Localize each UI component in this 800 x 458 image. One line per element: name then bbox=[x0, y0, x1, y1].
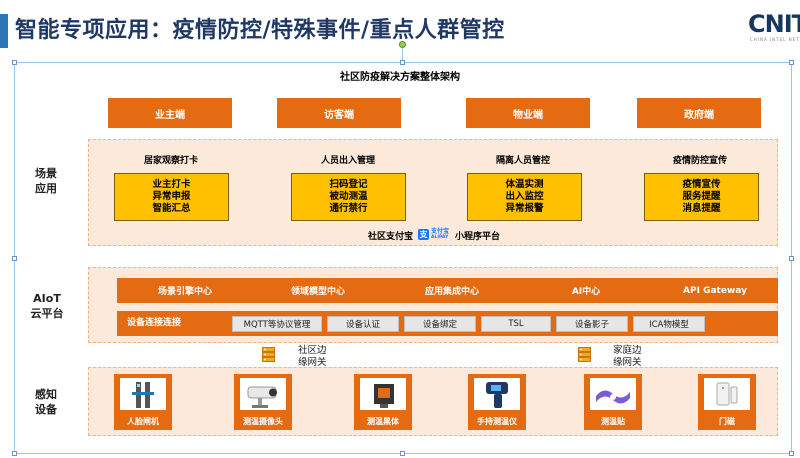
handheld-thermometer-icon bbox=[474, 378, 520, 410]
scene-layer-label-line: 场景 bbox=[35, 167, 57, 180]
resize-handle-right[interactable] bbox=[789, 256, 794, 261]
scene-item: 消息提醒 bbox=[682, 203, 721, 214]
device-name: 测温摄像头 bbox=[243, 417, 283, 426]
device-layer-label: 感知 设备 bbox=[28, 387, 64, 417]
protocol-mqtt: MQTT等协议管理 bbox=[232, 316, 322, 332]
company-logo-subtitle: CHINA INTEL NET bbox=[750, 37, 800, 42]
scene-title: 居家观察打卡 bbox=[143, 156, 198, 166]
scene-item: 体温实测 bbox=[505, 179, 544, 190]
device-layer-panel bbox=[88, 367, 778, 436]
resize-handle-top[interactable] bbox=[400, 60, 405, 65]
protocol-device-binding: 设备绑定 bbox=[404, 316, 476, 332]
scene-title: 疫情防控宣传 bbox=[672, 156, 727, 166]
scene-item: 疫情宣传 bbox=[682, 179, 721, 190]
scene-box-home-checkin: 业主打卡 异常申报 智能汇总 bbox=[114, 173, 229, 221]
door-sensor-icon bbox=[704, 378, 750, 410]
alipay-brand-name: 支付宝 bbox=[431, 228, 450, 235]
scene-item: 服务提醒 bbox=[682, 191, 721, 202]
alipay-brand-mark: 支付宝 ALIPAY bbox=[431, 228, 453, 240]
device-thermal-camera: 测温摄像头 bbox=[234, 374, 292, 430]
alipay-brand-latin: ALIPAY bbox=[431, 235, 449, 240]
community-gateway-label: 社区边 缘网关 bbox=[298, 345, 327, 369]
cloud-layer-label-line: 云平台 bbox=[30, 307, 64, 320]
scene-layer-label-line: 应用 bbox=[35, 182, 57, 195]
scene-title: 隔离人员管控 bbox=[495, 156, 550, 166]
device-connection-label: 设备连接连接 bbox=[127, 318, 182, 328]
scene-box-epidemic-publicity: 疫情宣传 服务提醒 消息提醒 bbox=[644, 173, 759, 221]
device-thermal-patch: 测温贴 bbox=[584, 374, 642, 430]
resize-handle-top-right[interactable] bbox=[789, 60, 794, 65]
device-face-gate: 人脸闸机 bbox=[114, 374, 172, 430]
edge-gateway-icon bbox=[262, 347, 275, 362]
cloud-layer-label: AIoT 云平台 bbox=[22, 291, 72, 321]
alipay-icon: 支 bbox=[418, 229, 429, 240]
platform-suffix: 小程序平台 bbox=[455, 232, 501, 242]
protocol-ica-model: ICA物模型 bbox=[633, 316, 705, 332]
slide-title: 智能专项应用：疫情防控/特殊事件/重点人群管控 bbox=[15, 18, 505, 43]
scene-item: 被动测温 bbox=[329, 191, 368, 202]
module-scene-engine: 场景引擎中心 bbox=[117, 278, 253, 303]
module-api-gateway: API Gateway bbox=[652, 278, 778, 303]
title-accent-bar bbox=[0, 14, 8, 48]
role-owner: 业主端 bbox=[108, 98, 232, 128]
protocol-tsl: TSL bbox=[481, 316, 551, 332]
device-name: 人脸闸机 bbox=[127, 417, 159, 426]
scene-box-access-management: 扫码登记 被动测温 通行禁行 bbox=[291, 173, 406, 221]
scene-layer-label: 场景 应用 bbox=[28, 166, 64, 196]
resize-handle-bottom-right[interactable] bbox=[789, 451, 794, 456]
device-door-sensor: 门磁 bbox=[698, 374, 756, 430]
thermal-patch-icon bbox=[590, 378, 636, 410]
scene-item: 出入监控 bbox=[505, 191, 544, 202]
resize-handle-top-left[interactable] bbox=[12, 60, 17, 65]
company-logo: CNIT bbox=[748, 10, 800, 38]
protocol-device-shadow: 设备影子 bbox=[556, 316, 628, 332]
rotation-handle[interactable] bbox=[399, 41, 406, 48]
gateway-label-line: 家庭边 bbox=[613, 345, 642, 356]
resize-handle-bottom[interactable] bbox=[400, 451, 405, 456]
scene-item: 异常申报 bbox=[152, 191, 191, 202]
resize-handle-bottom-left[interactable] bbox=[12, 451, 17, 456]
scene-box-quarantine-control: 体温实测 出入监控 异常报警 bbox=[467, 173, 582, 221]
device-layer-label-line: 感知 bbox=[35, 388, 57, 401]
device-handheld-thermometer: 手持测温仪 bbox=[468, 374, 526, 430]
gateway-label-line: 社区边 bbox=[298, 345, 327, 356]
device-name: 门磁 bbox=[719, 417, 735, 426]
scene-item: 业主打卡 bbox=[152, 179, 191, 190]
face-gate-icon bbox=[120, 378, 166, 410]
resize-handle-left[interactable] bbox=[12, 256, 17, 261]
scene-item: 异常报警 bbox=[505, 203, 544, 214]
role-property: 物业端 bbox=[466, 98, 590, 128]
cloud-layer-label-line: AIoT bbox=[33, 292, 61, 305]
edge-gateway-icon bbox=[578, 347, 591, 362]
role-government: 政府端 bbox=[637, 98, 761, 128]
role-visitor: 访客端 bbox=[277, 98, 401, 128]
diagram-title: 社区防疫解决方案整体架构 bbox=[340, 72, 460, 83]
platform-prefix: 社区支付宝 bbox=[368, 232, 414, 242]
module-ai-center: AI中心 bbox=[518, 278, 654, 303]
scene-item: 扫码登记 bbox=[329, 179, 368, 190]
scene-title: 人员出入管理 bbox=[320, 156, 375, 166]
scene-item: 通行禁行 bbox=[329, 203, 368, 214]
device-layer-label-line: 设备 bbox=[35, 403, 57, 416]
device-name: 测温贴 bbox=[601, 417, 625, 426]
module-domain-model: 领域模型中心 bbox=[250, 278, 386, 303]
home-gateway-label: 家庭边 缘网关 bbox=[613, 345, 642, 369]
protocol-device-auth: 设备认证 bbox=[327, 316, 399, 332]
device-name: 测温黑体 bbox=[367, 417, 399, 426]
thermal-camera-icon bbox=[240, 378, 286, 410]
device-name: 手持测温仪 bbox=[477, 417, 517, 426]
module-app-integration: 应用集成中心 bbox=[384, 278, 520, 303]
device-blackbody: 测温黑体 bbox=[354, 374, 412, 430]
blackbody-icon bbox=[360, 378, 406, 410]
scene-item: 智能汇总 bbox=[152, 203, 191, 214]
